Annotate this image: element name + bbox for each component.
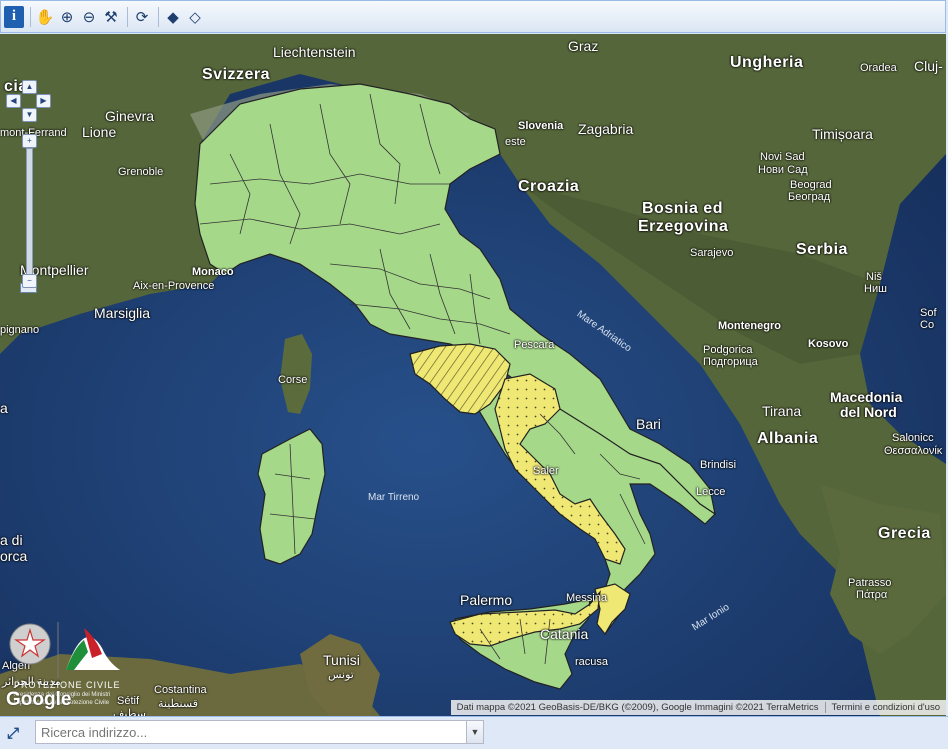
map-attribution: Dati mappa ©2021 GeoBasis-DE/BKG (©2009)… — [450, 700, 946, 715]
label-patrasso-gr: Πάτρα — [856, 589, 888, 601]
label-monaco: Monaco — [192, 266, 234, 278]
label-ginevra: Ginevra — [105, 108, 155, 124]
map-toolbar: i ✋ ⊕ ⊖ ⚒ ⟳ ◆ ◇ — [0, 0, 946, 33]
label-timisoara: Timișoara — [812, 126, 873, 142]
zoom-slider[interactable] — [26, 148, 33, 290]
label-cluj: Cluj- — [914, 58, 943, 74]
layers-icon[interactable]: ◆ — [163, 6, 183, 28]
layers-outline-icon[interactable]: ◇ — [185, 6, 205, 28]
label-mar-tirreno: Mar Tirreno — [368, 492, 420, 503]
map-canvas — [0, 34, 946, 716]
label-corsica-di: a di — [0, 532, 23, 548]
search-dropdown-trigger[interactable]: ▼ — [467, 720, 484, 744]
label-podgorica-cyr: Подгорица — [703, 356, 758, 368]
label-sof: Sof — [920, 307, 937, 319]
pan-hand-icon[interactable]: ✋ — [35, 6, 55, 28]
pan-down-icon[interactable]: ▼ — [22, 108, 37, 122]
toolbar-separator — [127, 6, 128, 27]
label-catania: Catania — [540, 626, 589, 642]
label-messina: Messina — [566, 592, 607, 604]
info-icon[interactable]: i — [4, 5, 24, 28]
label-costantina: Costantina — [154, 684, 207, 696]
label-corse: Corse — [278, 374, 308, 386]
label-beograd: Beograd — [790, 179, 832, 191]
label-perpignan: pignano — [0, 324, 40, 336]
label-aix: Aix-en-Provence — [133, 280, 215, 292]
label-lecce: Lecce — [696, 486, 726, 498]
label-pescara: Pescara — [514, 339, 555, 351]
label-siracusa: racusa — [575, 656, 609, 668]
label-novisad-cyr: Нови Сад — [758, 164, 808, 176]
label-la: a — [0, 400, 8, 416]
label-corsica: orca — [0, 548, 28, 564]
refresh-icon[interactable]: ⟳ — [132, 6, 152, 28]
label-croazia: Croazia — [518, 178, 580, 195]
label-macedonia: Macedonia — [830, 389, 903, 405]
bottom-bar: ⤢ ▼ — [0, 716, 948, 749]
label-lione: Lione — [82, 124, 117, 140]
zoom-out-icon[interactable]: ⊖ — [79, 6, 99, 28]
label-serbia: Serbia — [796, 241, 848, 258]
label-erzegovina: Erzegovina — [638, 218, 729, 235]
label-delnord: del Nord — [840, 404, 897, 420]
label-salonicco-gr: Θεσσαλονίκ — [884, 445, 943, 457]
label-albania: Albania — [757, 430, 819, 447]
label-podgorica: Podgorica — [703, 344, 753, 356]
label-svizzera: Svizzera — [202, 66, 271, 83]
label-novisad: Novi Sad — [760, 151, 805, 163]
pan-left-icon[interactable]: ◀ — [6, 94, 21, 108]
label-oradea: Oradea — [860, 62, 897, 74]
label-montenegro: Montenegro — [718, 320, 781, 332]
zoom-in-icon[interactable]: ⊕ — [57, 6, 77, 28]
label-liechtenstein: Liechtenstein — [273, 44, 356, 60]
zoom-plus-icon[interactable]: + — [22, 134, 37, 148]
label-tirana: Tirana — [762, 403, 802, 419]
label-kosovo: Kosovo — [808, 338, 849, 350]
label-brindisi: Brindisi — [700, 459, 737, 471]
pan-up-icon[interactable]: ▲ — [22, 80, 37, 94]
label-costantina-ar: قسنطينة — [158, 698, 198, 710]
label-salerno: Saler — [533, 465, 559, 477]
label-nis-cyr: Ниш — [864, 283, 887, 295]
label-patrasso: Patrasso — [848, 577, 892, 589]
address-search-input[interactable] — [35, 720, 467, 744]
label-palermo: Palermo — [460, 592, 513, 608]
toolbar-separator — [158, 6, 159, 27]
label-bosnia: Bosnia ed — [642, 200, 723, 217]
pan-right-icon[interactable]: ▶ — [36, 94, 51, 108]
label-bari: Bari — [636, 416, 661, 432]
measure-icon[interactable]: ⚒ — [101, 6, 121, 28]
label-grenoble: Grenoble — [118, 166, 164, 178]
label-ungheria: Ungheria — [730, 54, 804, 71]
label-tunisi-ar: تونس — [328, 669, 354, 681]
label-trieste: este — [505, 136, 526, 148]
attribution-text: Dati mappa ©2021 GeoBasis-DE/BKG (©2009)… — [456, 702, 819, 713]
label-nis: Niš — [866, 271, 882, 283]
label-slovenia: Slovenia — [518, 120, 564, 132]
label-marsiglia: Marsiglia — [94, 305, 151, 321]
label-grecia: Grecia — [878, 525, 931, 542]
terms-link[interactable]: Termini e condizioni d'uso — [826, 702, 946, 713]
label-graz: Graz — [568, 38, 599, 54]
label-zagabria: Zagabria — [578, 121, 634, 137]
toolbar-separator — [30, 6, 31, 27]
map-view[interactable]: Svizzera Liechtenstein Graz Ungheria Ora… — [0, 34, 946, 716]
google-logo: Google — [6, 689, 72, 710]
zoom-minus-icon[interactable]: − — [22, 274, 37, 288]
fullscreen-expand-icon[interactable]: ⤢ — [5, 725, 21, 742]
label-beograd-cyr: Београд — [788, 191, 831, 203]
label-sof-cyr: Со — [920, 319, 935, 331]
label-tunisi: Tunisi — [323, 652, 360, 668]
label-sarajevo: Sarajevo — [690, 247, 734, 259]
label-salonicco: Salonicc — [892, 432, 934, 444]
